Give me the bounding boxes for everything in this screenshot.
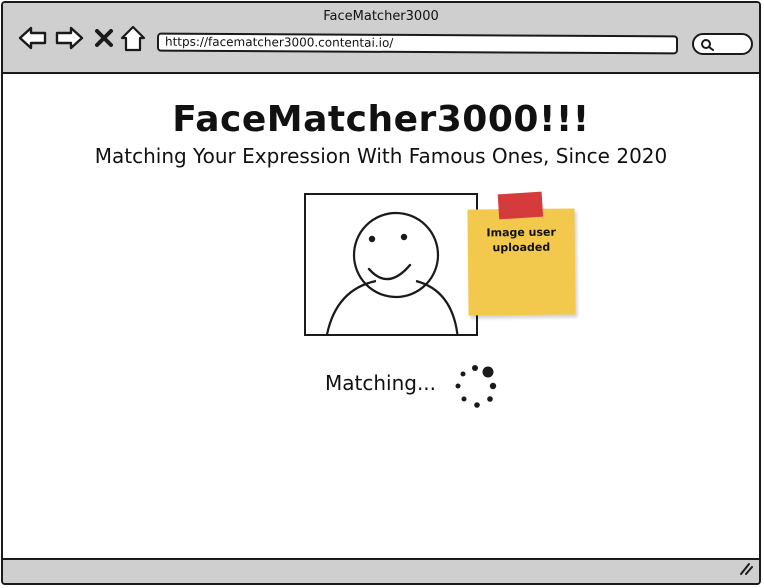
smiley-person-icon [326,211,459,334]
sticky-note-text: Image user uploaded [486,225,556,255]
page-title: FaceMatcher3000!!! [172,99,590,140]
browser-toolbar: FaceMatcher3000 https://facematcher3000.… [3,3,759,74]
arrow-left-icon[interactable] [18,25,48,51]
page-subtitle: Matching Your Expression With Famous One… [94,144,668,168]
search-field[interactable] [692,33,753,55]
browser-window: FaceMatcher3000 https://facematcher3000.… [1,1,761,585]
x-icon[interactable] [94,28,114,48]
search-icon [701,39,714,51]
loading-spinner-icon [453,362,503,416]
home-icon[interactable] [120,25,146,53]
window-title: FaceMatcher3000 [323,9,439,24]
sticky-note: Image user uploaded [467,191,576,316]
uploaded-image [304,193,478,336]
status-bar [3,558,759,583]
resize-grip-icon[interactable] [737,560,753,579]
tape [497,191,544,220]
url-bar[interactable]: https://facematcher3000.contentai.io/ [156,32,679,55]
matching-status: Matching... [325,371,437,395]
arrow-right-icon[interactable] [54,25,84,51]
